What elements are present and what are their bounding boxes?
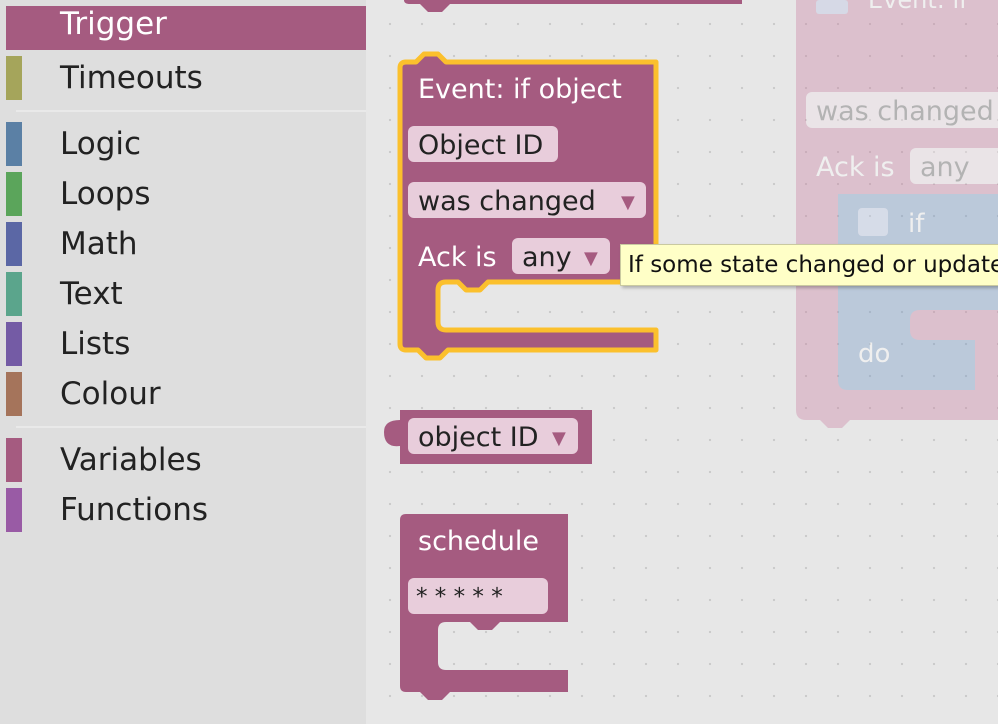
block-workspace[interactable]: Event: if was changed Ack is any if do E… — [366, 0, 998, 724]
category-label: Math — [60, 226, 138, 262]
category-color-swatch — [6, 438, 22, 482]
ghost-if-label: if — [908, 209, 925, 239]
category-label: Timeouts — [60, 60, 203, 96]
category-color-swatch — [6, 272, 22, 316]
ghost-event-block[interactable]: Event: if was changed Ack is any if do — [796, 0, 998, 428]
block-tooltip: If some state changed or updated — [620, 244, 998, 286]
category-variables[interactable]: Variables — [6, 438, 366, 482]
dropdown-arrow-icon: ▼ — [552, 428, 566, 449]
dropdown-arrow-icon: ▼ — [584, 248, 598, 269]
partial-block-top[interactable] — [404, 0, 742, 12]
ghost-ack-dropdown: any — [920, 152, 970, 183]
category-functions[interactable]: Functions — [6, 488, 366, 532]
category-timeouts[interactable]: Timeouts — [6, 56, 366, 100]
ghost-block-title: Event: if — [868, 0, 968, 14]
dropdown-arrow-icon: ▼ — [621, 192, 635, 213]
category-logic[interactable]: Logic — [6, 122, 366, 166]
block-title: Event: if object — [418, 74, 622, 105]
category-label: Variables — [60, 442, 202, 478]
event-if-object-block[interactable]: Event: if object Object ID was changed ▼… — [397, 51, 659, 361]
category-color-swatch — [6, 322, 22, 366]
object-id-field-text: Object ID — [418, 130, 543, 161]
category-label: Colour — [60, 376, 161, 412]
object-id-block[interactable]: object ID ▼ — [384, 410, 592, 464]
ack-label: Ack is — [418, 242, 497, 273]
settings-icon — [816, 0, 848, 14]
category-color-swatch — [6, 122, 22, 166]
change-type-dropdown-text: was changed — [418, 186, 596, 217]
category-color-swatch — [6, 172, 22, 216]
category-color-swatch — [6, 372, 22, 416]
category-lists[interactable]: Lists — [6, 322, 366, 366]
toolbox-sidebar: Trigger Timeouts Logic Loops Math Text L… — [0, 0, 366, 724]
category-color-swatch — [6, 488, 22, 532]
toolbox-separator — [16, 110, 366, 112]
category-label: Logic — [60, 126, 142, 162]
category-label: Loops — [60, 176, 151, 212]
category-color-swatch — [6, 222, 22, 266]
toolbox-separator — [16, 426, 366, 428]
category-label: Text — [60, 276, 123, 312]
gear-icon — [858, 208, 888, 236]
category-math[interactable]: Math — [6, 222, 366, 266]
category-colour[interactable]: Colour — [6, 372, 366, 416]
category-label: Lists — [60, 326, 131, 362]
category-trigger[interactable]: Trigger — [6, 6, 366, 50]
ghost-ack-label: Ack is — [816, 152, 895, 183]
object-id-dropdown-text: object ID — [418, 422, 539, 453]
ghost-change-dropdown: was changed — [816, 96, 994, 127]
category-label: Trigger — [60, 6, 167, 42]
category-loops[interactable]: Loops — [6, 172, 366, 216]
ack-dropdown-text: any — [522, 242, 572, 273]
category-label: Functions — [60, 492, 209, 528]
schedule-block[interactable]: schedule * * * * * — [400, 514, 568, 700]
ghost-do-label: do — [858, 339, 890, 369]
category-color-swatch — [6, 56, 22, 100]
cron-field-text: * * * * * — [416, 584, 503, 610]
schedule-title: schedule — [418, 526, 539, 557]
category-text[interactable]: Text — [6, 272, 366, 316]
